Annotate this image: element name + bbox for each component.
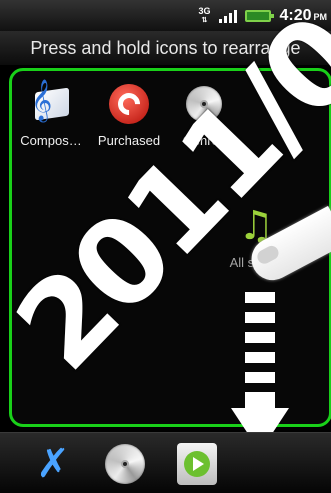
bottom-tab-dock: ✗ <box>0 432 331 493</box>
albums-icon <box>105 444 145 484</box>
albums-tab[interactable] <box>102 441 148 487</box>
artists-tab[interactable]: ✗ <box>30 441 76 487</box>
signal-strength-icon <box>219 9 238 23</box>
purchased-icon <box>106 81 152 127</box>
composer-icon: 𝄞 <box>28 80 74 127</box>
composer-tab-icon[interactable]: 𝄞 Compos… <box>12 80 90 148</box>
composer-label: Compos… <box>20 133 82 148</box>
network-3g-icon: 3G ⇅ <box>198 6 211 25</box>
artists-icon: ✗ <box>36 442 70 486</box>
network-type-label: 3G <box>198 6 211 16</box>
playlists-tab[interactable] <box>174 441 220 487</box>
drag-down-arrow-icon <box>231 292 289 452</box>
playlists-icon <box>177 443 217 485</box>
